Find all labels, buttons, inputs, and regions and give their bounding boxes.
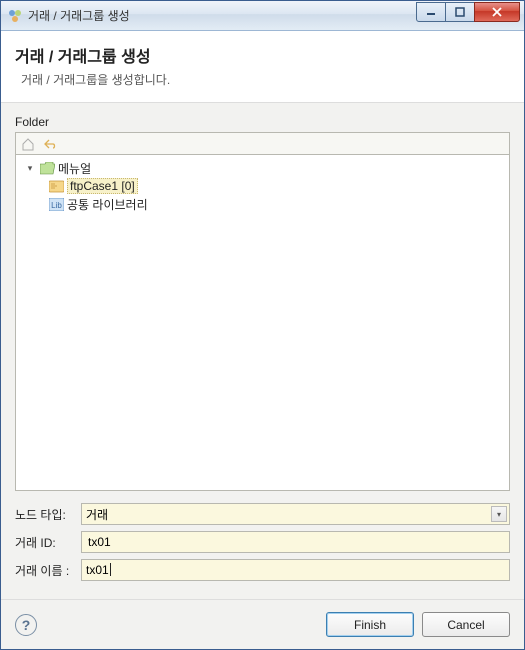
library-icon: Lib [48,196,64,212]
collapse-icon[interactable]: ▾ [24,162,36,174]
tree-item-ftpcase[interactable]: ftpCase1 [0] [18,177,507,195]
help-icon[interactable]: ? [15,614,37,636]
tree-item-label: ftpCase1 [0] [67,178,138,194]
tree-item-library[interactable]: Lib 공통 라이브러리 [18,195,507,213]
folder-tree[interactable]: ▾ 메뉴얼 ftpCase1 [0] [15,154,510,491]
tx-id-input[interactable] [81,531,510,553]
label-tx-name: 거래 이름 : [15,562,81,579]
folder-label: Folder [15,115,510,129]
node-type-value: 거래 [86,506,108,523]
row-tx-id: 거래 ID: [15,531,510,553]
svg-text:Lib: Lib [51,201,62,210]
cancel-button[interactable]: Cancel [422,612,510,637]
tx-name-input[interactable]: tx01 [81,559,510,581]
label-tx-id: 거래 ID: [15,534,81,551]
form-area: 노드 타입: 거래 ▾ 거래 ID: 거래 이름 : tx01 [15,503,510,587]
app-icon [7,8,23,24]
tx-id-field[interactable] [86,534,505,550]
folder-open-icon [39,160,55,176]
row-tx-name: 거래 이름 : tx01 [15,559,510,581]
back-icon[interactable] [42,136,58,152]
row-node-type: 노드 타입: 거래 ▾ [15,503,510,525]
footer: ? Finish Cancel [1,599,524,649]
tree-item-label: 공통 라이브러리 [67,196,148,213]
header-panel: 거래 / 거래그룹 생성 거래 / 거래그룹을 생성합니다. [1,31,524,103]
maximize-button[interactable] [445,2,475,22]
titlebar-title: 거래 / 거래그룹 생성 [28,7,417,24]
tree-toolbar [15,132,510,154]
close-button[interactable] [474,2,520,22]
window-controls [417,2,520,22]
tree-root-label: 메뉴얼 [58,160,91,177]
node-type-combo[interactable]: 거래 ▾ [81,503,510,525]
dialog-window: 거래 / 거래그룹 생성 거래 / 거래그룹 생성 거래 / 거래그룹을 생성합… [0,0,525,650]
finish-button[interactable]: Finish [326,612,414,637]
tx-name-value: tx01 [86,563,111,577]
content-area: Folder ▾ 메뉴얼 [1,103,524,599]
page-title: 거래 / 거래그룹 생성 [15,43,510,67]
tree-root-node[interactable]: ▾ 메뉴얼 [18,159,507,177]
chevron-down-icon[interactable]: ▾ [491,506,507,522]
minimize-button[interactable] [416,2,446,22]
label-node-type: 노드 타입: [15,506,81,523]
titlebar[interactable]: 거래 / 거래그룹 생성 [1,1,524,31]
case-icon [48,178,64,194]
page-subtitle: 거래 / 거래그룹을 생성합니다. [15,71,510,88]
home-icon[interactable] [20,136,36,152]
